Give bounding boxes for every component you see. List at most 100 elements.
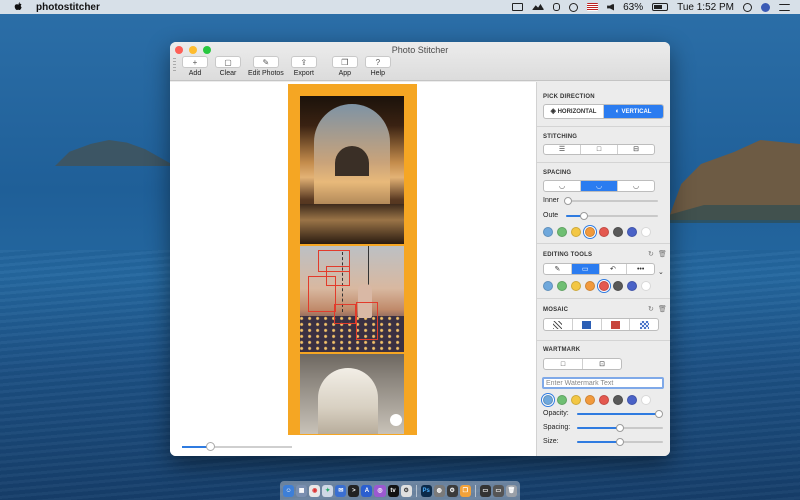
help-button[interactable]: ? Help: [364, 56, 391, 77]
stitched-strip[interactable]: [288, 84, 417, 435]
photoshop-icon[interactable]: Ps: [420, 484, 432, 497]
input-source-flag-icon[interactable]: [587, 3, 599, 11]
mountain-icon[interactable]: [532, 4, 545, 10]
tool-pen-option[interactable]: ✎: [544, 264, 572, 274]
safari-icon[interactable]: ✦: [322, 484, 334, 497]
direction-segmented-control[interactable]: ◈ HORIZONTAL ◐ VERTICAL: [543, 104, 664, 119]
color-swatch[interactable]: [571, 227, 581, 237]
window-minimized-icon[interactable]: ▭: [492, 484, 504, 497]
add-button[interactable]: + Add: [182, 56, 208, 77]
horizontal-option[interactable]: ◈ HORIZONTAL: [544, 105, 604, 118]
vertical-option[interactable]: ◐ VERTICAL: [604, 105, 663, 118]
mosaic-reset-icon[interactable]: ↻: [648, 305, 654, 313]
finder-icon[interactable]: ☺: [283, 484, 295, 497]
editing-tools-segmented-control[interactable]: ✎ ▭ ↶ •••: [543, 263, 655, 275]
control-center-icon[interactable]: [779, 3, 790, 11]
spacing-option-3[interactable]: ◡: [618, 181, 654, 191]
zoom-slider-thumb[interactable]: [205, 442, 215, 451]
mosaic-pixel-option[interactable]: [630, 319, 658, 330]
color-swatch[interactable]: [627, 227, 637, 237]
mosaic-style-control[interactable]: [543, 318, 659, 331]
photo-stitcher-dock-icon[interactable]: ❒: [459, 484, 471, 497]
reset-icon[interactable]: ↻: [648, 250, 654, 258]
apple-tv-icon[interactable]: tv: [387, 484, 399, 497]
app-button[interactable]: ❒ App: [331, 56, 358, 77]
settings-icon[interactable]: ⚙: [400, 484, 412, 497]
trash-bin-icon[interactable]: 🗑: [505, 484, 517, 497]
chrome-icon[interactable]: ◉: [309, 484, 321, 497]
delete-icon[interactable]: 🗑: [658, 250, 667, 258]
color-swatch[interactable]: [585, 395, 595, 405]
tool-rectangle-option[interactable]: ▭: [571, 264, 600, 274]
stitching-segmented-control[interactable]: ☰ □ ⊟: [543, 144, 655, 155]
color-swatch[interactable]: [641, 281, 651, 291]
color-swatch[interactable]: [571, 281, 581, 291]
spacing-slider-thumb[interactable]: [616, 424, 624, 432]
preferences-icon[interactable]: ⚙: [446, 484, 458, 497]
outer-spacing-slider[interactable]: [566, 212, 658, 220]
stitch-align-bottom-option[interactable]: ⊟: [618, 145, 654, 154]
opacity-slider[interactable]: [577, 410, 663, 418]
color-swatch[interactable]: [543, 281, 553, 291]
photo-swing-city[interactable]: [300, 246, 404, 352]
mosaic-selection-box[interactable]: [308, 276, 336, 312]
stitch-align-top-option[interactable]: ☰: [544, 145, 581, 154]
mail-icon[interactable]: ✉: [335, 484, 347, 497]
color-swatch[interactable]: [627, 395, 637, 405]
stitch-align-center-option[interactable]: □: [581, 145, 618, 154]
watermark-spacing-slider[interactable]: [577, 424, 663, 432]
color-swatch[interactable]: [557, 227, 567, 237]
export-button[interactable]: ⇪ Export: [290, 56, 317, 77]
watermark-tile-option[interactable]: □: [544, 359, 583, 369]
mosaic-delete-icon[interactable]: 🗑: [658, 305, 667, 313]
tool-undo-option[interactable]: ↶: [600, 264, 628, 274]
color-swatch[interactable]: [557, 281, 567, 291]
color-swatch[interactable]: [543, 227, 553, 237]
spacing-option-1[interactable]: ◡: [544, 181, 581, 191]
watermark-text-input[interactable]: [542, 377, 664, 389]
battery-icon[interactable]: [652, 3, 669, 11]
terminal-icon[interactable]: >: [348, 484, 360, 497]
bluetooth-icon[interactable]: [553, 3, 561, 11]
tool-more-option[interactable]: •••: [627, 264, 654, 274]
apple-menu-icon[interactable]: [12, 2, 24, 12]
disk-utility-icon[interactable]: ◍: [433, 484, 445, 497]
color-swatch[interactable]: [599, 227, 609, 237]
color-swatch[interactable]: [599, 395, 609, 405]
zoom-slider[interactable]: [182, 442, 292, 451]
color-swatch[interactable]: [627, 281, 637, 291]
mosaic-red-option[interactable]: [602, 319, 631, 330]
spotlight-icon[interactable]: [743, 2, 752, 12]
color-swatch[interactable]: [599, 281, 609, 291]
color-swatch[interactable]: [613, 395, 623, 405]
stitch-canvas[interactable]: [170, 82, 536, 456]
user-icon[interactable]: [761, 2, 770, 12]
menubar-clock[interactable]: Tue 1:52 PM: [677, 2, 734, 13]
spacing-option-2[interactable]: ◡: [581, 181, 618, 191]
color-swatch[interactable]: [557, 395, 567, 405]
color-swatch[interactable]: [613, 281, 623, 291]
inner-slider-thumb[interactable]: [564, 197, 572, 205]
wifi-icon[interactable]: [569, 2, 579, 12]
display-icon[interactable]: [512, 3, 524, 11]
opacity-slider-thumb[interactable]: [655, 410, 663, 418]
mosaic-selection-box[interactable]: [334, 304, 356, 324]
color-swatch[interactable]: [543, 395, 553, 405]
color-swatch[interactable]: [641, 395, 651, 405]
watermark-position-control[interactable]: □ ⊡: [543, 358, 622, 370]
color-swatch[interactable]: [571, 395, 581, 405]
color-swatch[interactable]: [585, 227, 595, 237]
mosaic-blue-option[interactable]: [573, 319, 602, 330]
edit-photos-button[interactable]: ✎ Edit Photos: [248, 56, 284, 77]
color-swatch[interactable]: [585, 281, 595, 291]
window-minimized-icon[interactable]: ▭: [479, 484, 491, 497]
spacing-segmented-control[interactable]: ◡ ◡ ◡: [543, 180, 655, 192]
mosaic-selection-box[interactable]: [356, 302, 378, 340]
launchpad-icon[interactable]: ▦: [296, 484, 308, 497]
size-slider-thumb[interactable]: [616, 438, 624, 446]
app-store-icon[interactable]: A: [361, 484, 373, 497]
chevron-down-icon[interactable]: ⌄: [658, 268, 664, 276]
active-app-name[interactable]: photostitcher: [36, 2, 100, 13]
size-slider[interactable]: [577, 438, 663, 446]
watermark-single-option[interactable]: ⊡: [583, 359, 621, 369]
